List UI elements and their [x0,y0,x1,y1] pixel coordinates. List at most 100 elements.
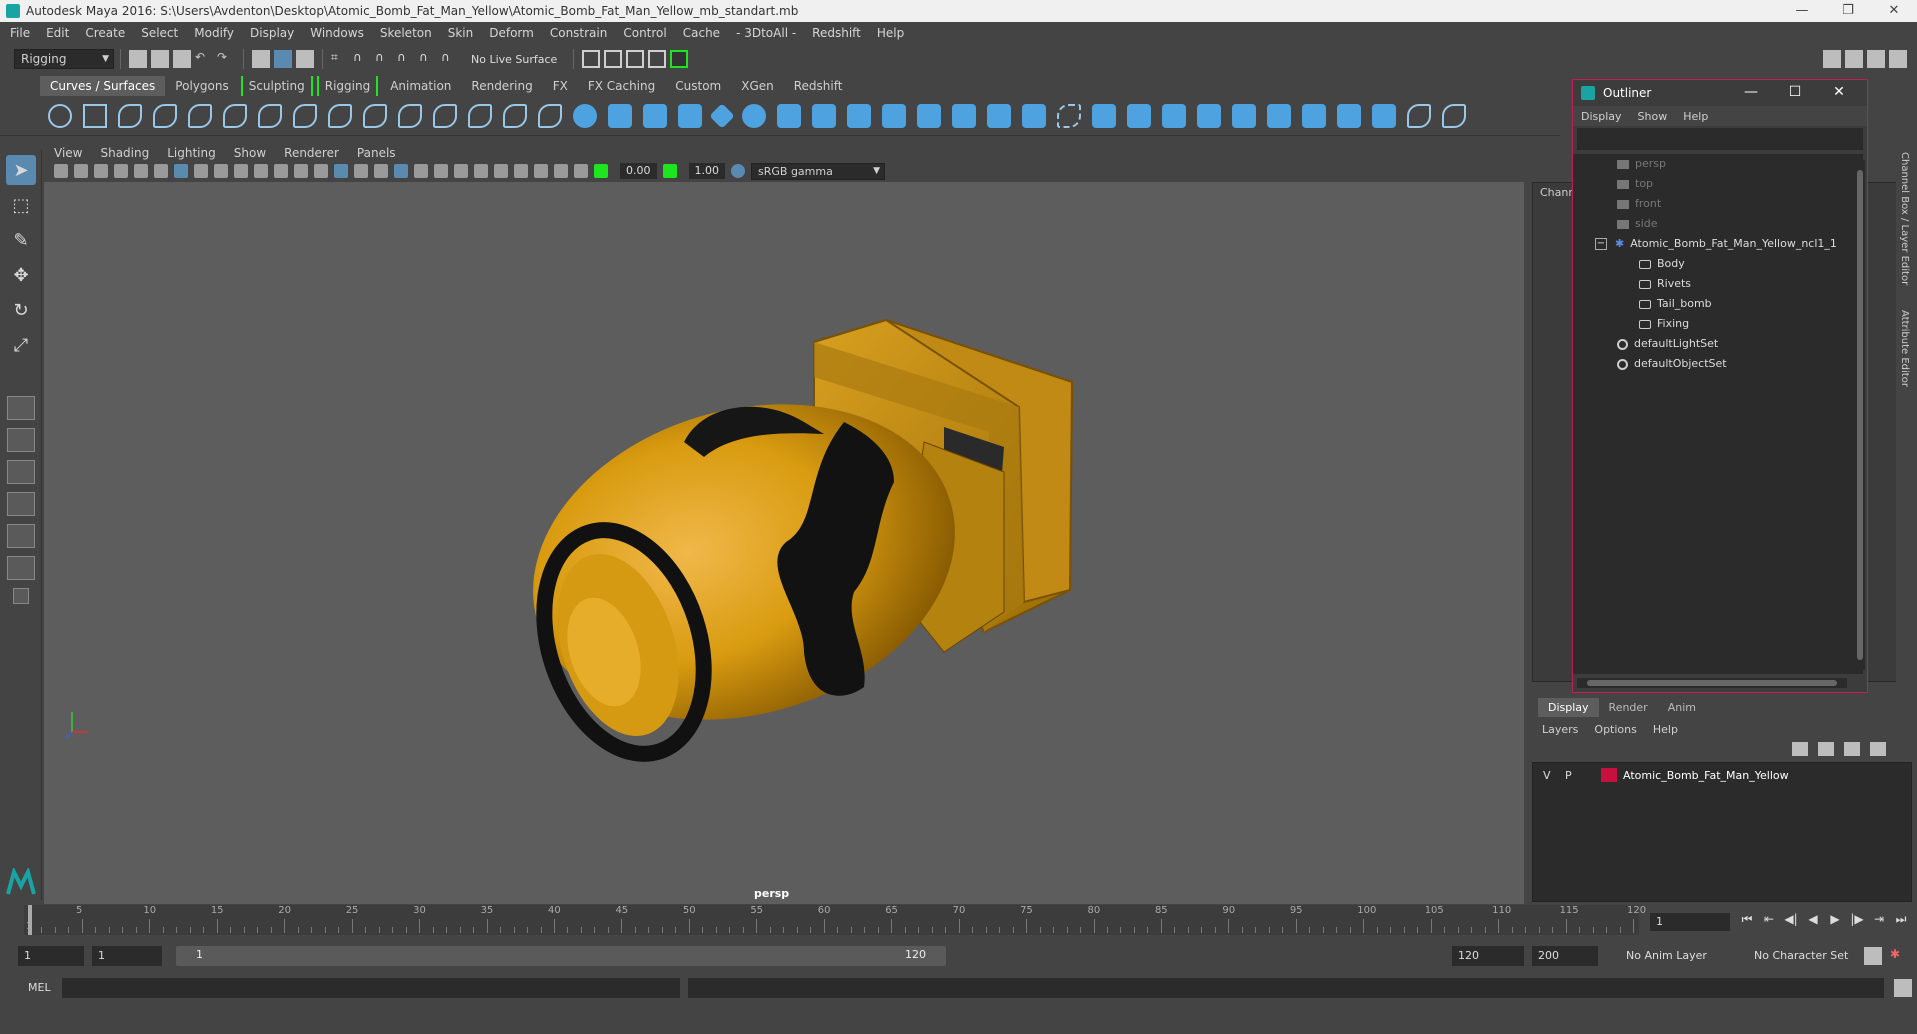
undo-icon[interactable]: ↶ [195,50,213,68]
current-frame-field[interactable]: 1 [1650,913,1730,931]
snap-view-icon[interactable]: ∩ [397,50,415,68]
outliner-item-rivets[interactable]: Rivets [1573,274,1863,294]
move-layer-up-icon[interactable] [1792,742,1808,756]
command-language-label[interactable]: MEL [28,981,51,994]
select-hierarchy-icon[interactable] [252,50,270,68]
step-forward-key-button[interactable]: ⇥ [1868,912,1890,927]
detach-surfaces-icon[interactable] [1232,103,1256,128]
extend-curve-icon[interactable] [398,103,422,128]
render-view-icon[interactable] [648,50,667,68]
open-close-icon[interactable] [1267,103,1291,128]
menu-deform[interactable]: Deform [489,26,534,40]
persp-outliner-layout-icon[interactable] [7,492,35,516]
persp-graph-layout-icon[interactable] [7,524,35,548]
untrim-icon[interactable] [1162,103,1186,128]
time-slider[interactable]: 1510152025303540455055606570758085909510… [24,905,1646,937]
xray-joints-icon[interactable] [554,164,568,178]
side-tab-channel-box[interactable]: Channel Box / Layer Editor [1899,152,1910,285]
textured-icon[interactable] [394,164,408,178]
rebuild-curve-icon[interactable] [468,103,492,128]
viewport-menu-show[interactable]: Show [234,146,266,160]
outliner-horizontal-scrollbar[interactable] [1577,678,1847,688]
camera-select-icon[interactable] [54,164,68,178]
wireframe-on-shaded-icon[interactable] [374,164,388,178]
layer-menu-options[interactable]: Options [1594,723,1636,736]
outliner-search-input[interactable] [1577,128,1863,150]
four-pane-layout-icon[interactable] [7,428,35,452]
trim-tool-icon[interactable] [1127,103,1151,128]
sculpt-geometry-icon[interactable] [1407,103,1431,128]
attribute-editor-toggle-icon[interactable] [1867,50,1885,68]
nurbs-circle-icon[interactable] [48,103,72,128]
square-surface-icon[interactable] [1022,103,1046,128]
menu-file[interactable]: File [10,26,30,40]
outliner-item-front[interactable]: front [1573,194,1863,214]
tab-redshift[interactable]: Redshift [784,76,853,96]
menu-skeleton[interactable]: Skeleton [380,26,432,40]
viewport-menu-view[interactable]: View [54,146,82,160]
play-forwards-button[interactable]: ▶ [1824,912,1846,927]
redo-icon[interactable]: ↷ [217,50,235,68]
outliner-item-default-object-set[interactable]: defaultObjectSet [1573,354,1863,374]
lasso-tool-icon[interactable]: ⬚ [6,190,36,220]
outliner-item-persp[interactable]: persp [1573,154,1863,174]
tab-fx[interactable]: FX [543,76,578,96]
field-chart-icon[interactable] [254,164,268,178]
snap-grid-icon[interactable]: ⌗ [331,50,349,68]
tab-curves-surfaces[interactable]: Curves / Surfaces [40,76,166,96]
command-input[interactable] [62,978,680,998]
move-tool-icon[interactable]: ✥ [6,260,36,290]
outliner-item-tail-bomb[interactable]: Tail_bomb [1573,294,1863,314]
attach-surfaces-icon[interactable] [1197,103,1221,128]
shadows-icon[interactable] [434,164,448,178]
tab-render[interactable]: Render [1599,698,1658,717]
playback-end-field[interactable]: 120 [1452,946,1524,966]
rebuild-surface-icon[interactable] [1372,103,1396,128]
2d-pan-zoom-icon[interactable] [134,164,148,178]
outliner-menu-show[interactable]: Show [1638,110,1668,123]
hypershade-layout-icon[interactable] [7,556,35,580]
safe-title-icon[interactable] [294,164,308,178]
safe-action-icon[interactable] [274,164,288,178]
bezier-curve-icon[interactable] [188,103,212,128]
play-backwards-button[interactable]: ◀ [1802,912,1824,927]
step-forward-frame-button[interactable]: |▶ [1846,912,1868,927]
camera-attributes-icon[interactable] [74,164,88,178]
channel-box-toggle-icon[interactable] [1889,50,1907,68]
offset-curve-icon[interactable] [433,103,457,128]
menu-windows[interactable]: Windows [310,26,364,40]
fat-man-bomb-model[interactable] [44,182,1524,904]
layer-menu-layers[interactable]: Layers [1542,723,1578,736]
rotate-tool-icon[interactable]: ↻ [6,295,36,325]
new-empty-layer-icon[interactable] [1844,742,1860,756]
cv-curve-icon[interactable] [118,103,142,128]
arc-tool-icon[interactable] [258,103,282,128]
anim-layer-selector[interactable]: No Anim Layer [1620,946,1732,966]
layer-menu-help[interactable]: Help [1653,723,1678,736]
attach-curves-icon[interactable] [293,103,317,128]
ambient-occlusion-icon[interactable] [454,164,468,178]
revolve-icon[interactable] [777,103,801,128]
birail-icon[interactable] [917,103,941,128]
render-frame-icon[interactable] [604,50,623,68]
insert-knot-icon[interactable] [363,103,387,128]
tab-xgen[interactable]: XGen [731,76,784,96]
outliner-item-default-light-set[interactable]: defaultLightSet [1573,334,1863,354]
select-object-icon[interactable] [274,50,292,68]
motion-blur-icon[interactable] [474,164,488,178]
tab-rigging[interactable]: Rigging [316,76,379,96]
layer-visibility-toggle[interactable]: V [1543,769,1565,782]
perspective-viewport[interactable] [44,182,1524,904]
outliner-item-top[interactable]: top [1573,174,1863,194]
close-button[interactable]: ✕ [1871,0,1917,22]
modeling-toolkit-icon[interactable] [1823,50,1841,68]
gamma-icon[interactable] [662,164,677,178]
outliner-maximize-button[interactable]: ☐ [1773,84,1817,100]
render-settings-icon[interactable] [582,50,601,68]
character-set-selector[interactable]: No Character Set [1748,946,1858,966]
outliner-close-button[interactable]: ✕ [1817,84,1861,100]
snap-curve-icon[interactable]: ∩ [353,50,371,68]
menu-cache[interactable]: Cache [683,26,720,40]
collapse-icon[interactable]: − [1595,238,1607,250]
menu-edit[interactable]: Edit [46,26,69,40]
